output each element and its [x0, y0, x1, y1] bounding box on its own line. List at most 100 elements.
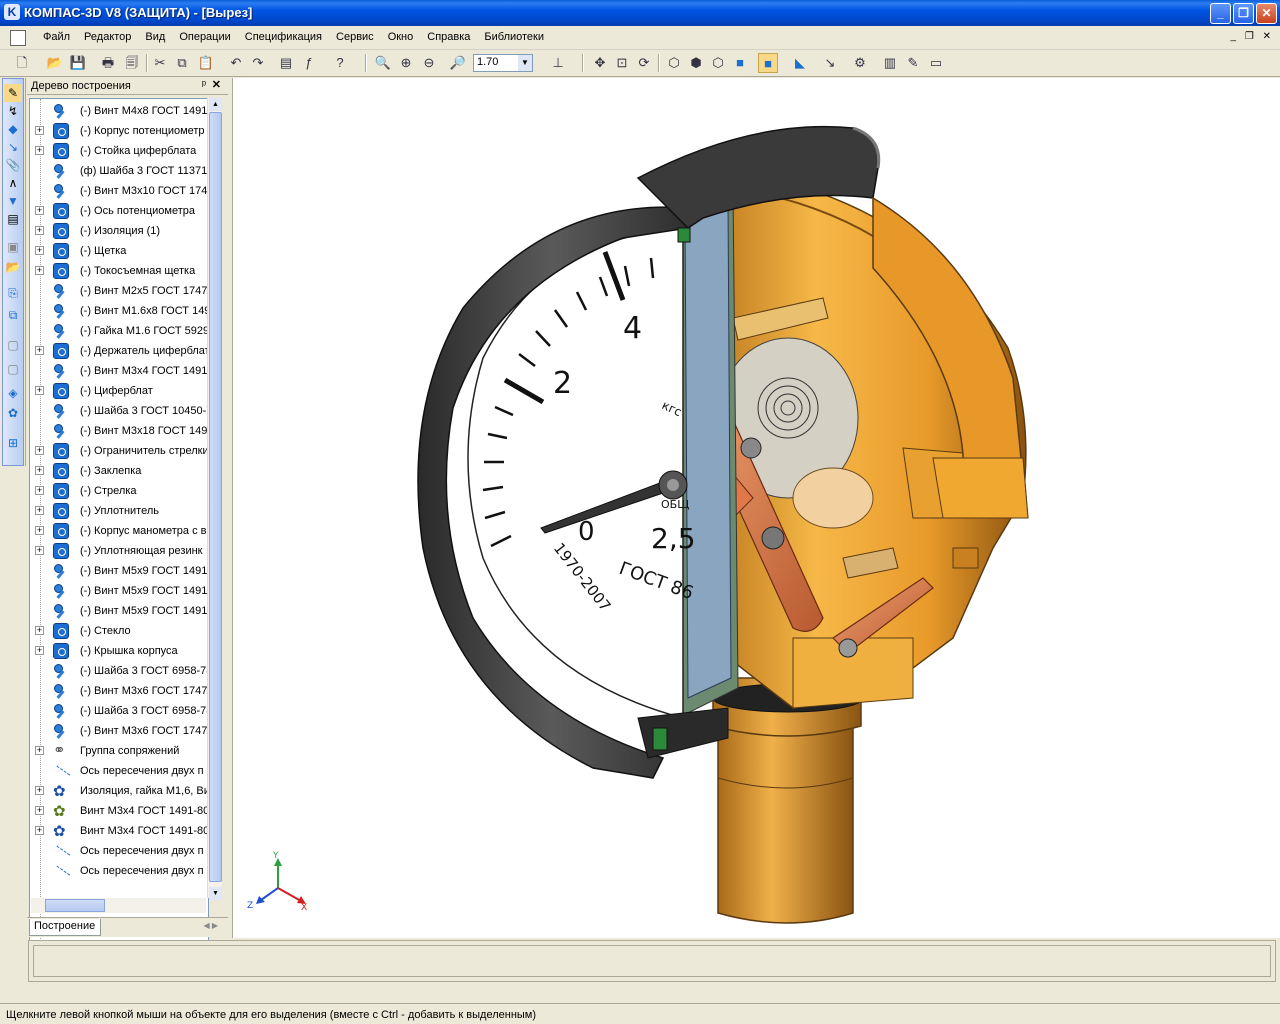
orientation-icon[interactable]: ⊥ — [548, 53, 568, 73]
tree-item[interactable]: + (-) Держатель циферблат — [30, 341, 208, 361]
expand-icon[interactable]: + — [35, 746, 44, 755]
expand-icon[interactable]: + — [35, 506, 44, 515]
tree-item[interactable]: + (-) Корпус потенциометр — [30, 121, 208, 141]
close-button[interactable]: ✕ — [1256, 3, 1277, 24]
cut-icon[interactable]: ✂ — [150, 53, 170, 73]
tree-item[interactable]: + (-) Уплотняющая резинк — [30, 541, 208, 561]
shaded-icon[interactable]: ■ — [730, 53, 750, 73]
mate-icon[interactable]: ▢ — [4, 336, 22, 354]
tree-item[interactable]: + (-) Заклепка — [30, 461, 208, 481]
menu-operations[interactable]: Операции — [172, 31, 237, 43]
undo-icon[interactable]: ↶ — [226, 53, 246, 73]
expand-icon[interactable]: + — [35, 466, 44, 475]
menu-help[interactable]: Справка — [420, 31, 477, 43]
tree-item[interactable]: (-) Гайка М1.6 ГОСТ 5929 — [30, 321, 208, 341]
shaded-edges-icon[interactable]: ■ — [758, 53, 778, 73]
tab-scroll-arrows[interactable]: ◀ ▶ — [203, 921, 218, 930]
tree-item[interactable]: + (-) Уплотнитель — [30, 501, 208, 521]
expand-icon[interactable]: + — [35, 226, 44, 235]
tree-item[interactable]: (-) Винт М3х6 ГОСТ 17473 — [30, 721, 208, 741]
tree-item[interactable]: (-) Винт М5х9 ГОСТ 1491- — [30, 601, 208, 621]
expand-icon[interactable]: + — [35, 346, 44, 355]
print-icon[interactable]: 🖶 — [98, 53, 118, 73]
expand-icon[interactable]: + — [35, 386, 44, 395]
save-icon[interactable]: 💾 — [68, 53, 88, 73]
expand-icon[interactable]: + — [35, 246, 44, 255]
clip-icon[interactable]: 📎 — [4, 156, 22, 174]
edit-part-icon[interactable]: ✎ — [4, 84, 22, 102]
maximize-button[interactable]: ❐ — [1233, 3, 1254, 24]
expand-icon[interactable]: + — [35, 646, 44, 655]
tree-item[interactable]: (-) Винт М2х5 ГОСТ 17473 — [30, 281, 208, 301]
pattern-icon[interactable]: ✿ — [4, 404, 22, 422]
component-icon[interactable]: ⎘ — [4, 284, 22, 302]
cut-extrude-icon[interactable]: ↘ — [4, 138, 22, 156]
tree-vertical-scrollbar[interactable]: ▲ ▼ — [207, 98, 222, 900]
zoom-scale-icon[interactable]: 🔎 — [448, 53, 468, 73]
open-assembly-icon[interactable]: 📂 — [4, 258, 22, 276]
tree-item[interactable]: (-) Шайба 3 ГОСТ 6958-78 — [30, 701, 208, 721]
zoom-out-icon[interactable]: ⊖ — [419, 53, 439, 73]
menu-file[interactable]: Файл — [36, 31, 77, 43]
tree-item[interactable]: (-) Винт М3х10 ГОСТ 1747 — [30, 181, 208, 201]
scroll-down-icon[interactable]: ▼ — [209, 887, 222, 900]
rotate-icon[interactable]: ⟳ — [634, 53, 654, 73]
open-folder-icon[interactable]: 📂 — [45, 53, 65, 73]
tree-item[interactable]: + Группа сопряжений — [30, 741, 208, 761]
expand-icon[interactable]: + — [35, 786, 44, 795]
menu-edit[interactable]: Редактор — [77, 31, 138, 43]
menu-specification[interactable]: Спецификация — [238, 31, 329, 43]
tree-item[interactable]: + (-) Стекло — [30, 621, 208, 641]
help-pointer-icon[interactable]: ? — [330, 53, 350, 73]
menu-libraries[interactable]: Библиотеки — [477, 31, 551, 43]
tree-item[interactable]: + Винт М3х4 ГОСТ 1491-80 — [30, 821, 208, 841]
expand-icon[interactable]: + — [35, 806, 44, 815]
paste-icon[interactable]: 📋 — [196, 53, 216, 73]
tree-item[interactable]: + (-) Стойка циферблата — [30, 141, 208, 161]
spec-icon[interactable]: ▤ — [4, 210, 22, 228]
rotate-component-icon[interactable]: ◈ — [4, 384, 22, 402]
tree-item[interactable]: + Изоляция, гайка М1,6, Ви — [30, 781, 208, 801]
tree-item[interactable]: + (-) Ограничитель стрелки — [30, 441, 208, 461]
model-viewport[interactable]: 2 4 0 2,5 ГОСТ 86 1970-2007 кгс ОБЩ Y Z … — [232, 78, 1280, 938]
tree-item[interactable]: (-) Винт М4х8 ГОСТ 1491- — [30, 101, 208, 121]
properties-icon[interactable]: ⚙ — [850, 53, 870, 73]
tree-item[interactable]: (-) Винт М3х4 ГОСТ 1491- — [30, 361, 208, 381]
expand-icon[interactable]: + — [35, 446, 44, 455]
expand-icon[interactable]: + — [35, 526, 44, 535]
chevron-down-icon[interactable]: ▼ — [518, 55, 532, 71]
panel-icon[interactable]: ▭ — [926, 53, 946, 73]
filter-tool-icon[interactable]: ▼ — [4, 192, 22, 210]
tree-item[interactable]: (-) Винт М1.6х8 ГОСТ 149 — [30, 301, 208, 321]
tree-item[interactable]: + (-) Щетка — [30, 241, 208, 261]
expand-icon[interactable]: + — [35, 206, 44, 215]
document-icon[interactable] — [10, 30, 26, 46]
tree-item[interactable]: (ф) Шайба 3 ГОСТ 11371- — [30, 161, 208, 181]
tree-item[interactable]: + (-) Корпус манометра с в — [30, 521, 208, 541]
sketch-icon[interactable]: ↯ — [4, 102, 22, 120]
extrude-icon[interactable]: ◆ — [4, 120, 22, 138]
tree-item[interactable]: (-) Шайба 3 ГОСТ 6958-78 — [30, 661, 208, 681]
scroll-up-icon[interactable]: ▲ — [209, 98, 222, 111]
tree-item[interactable]: (-) Шайба 3 ГОСТ 10450-7 — [30, 401, 208, 421]
tree-item[interactable]: (-) Винт М5х9 ГОСТ 1491- — [30, 581, 208, 601]
expand-icon[interactable]: + — [35, 146, 44, 155]
tree-item[interactable]: + (-) Стрелка — [30, 481, 208, 501]
perspective-icon[interactable]: ◣ — [790, 53, 810, 73]
component-from-file-icon[interactable]: ⧉ — [4, 306, 22, 324]
tree-item[interactable]: (-) Винт М5х9 ГОСТ 1491- — [30, 561, 208, 581]
expand-icon[interactable]: + — [35, 546, 44, 555]
filter-icon[interactable]: ↘ — [820, 53, 840, 73]
copy-icon[interactable]: ⧉ — [172, 53, 192, 73]
redo-icon[interactable]: ↷ — [248, 53, 268, 73]
close-panel-icon[interactable]: ✕ — [212, 78, 221, 91]
hscroll-thumb[interactable] — [45, 899, 105, 912]
pan-icon[interactable]: ✥ — [590, 53, 610, 73]
tree-item[interactable]: + (-) Токосъемная щетка — [30, 261, 208, 281]
print-preview-icon[interactable]: 🗐 — [122, 53, 142, 73]
thin-hidden-lines-icon[interactable]: ⬡ — [708, 53, 728, 73]
tree-item[interactable]: + (-) Циферблат — [30, 381, 208, 401]
menu-window[interactable]: Окно — [381, 31, 421, 43]
variables-icon[interactable]: ▤ — [276, 53, 296, 73]
kompas-app-icon[interactable]: K — [4, 4, 20, 20]
